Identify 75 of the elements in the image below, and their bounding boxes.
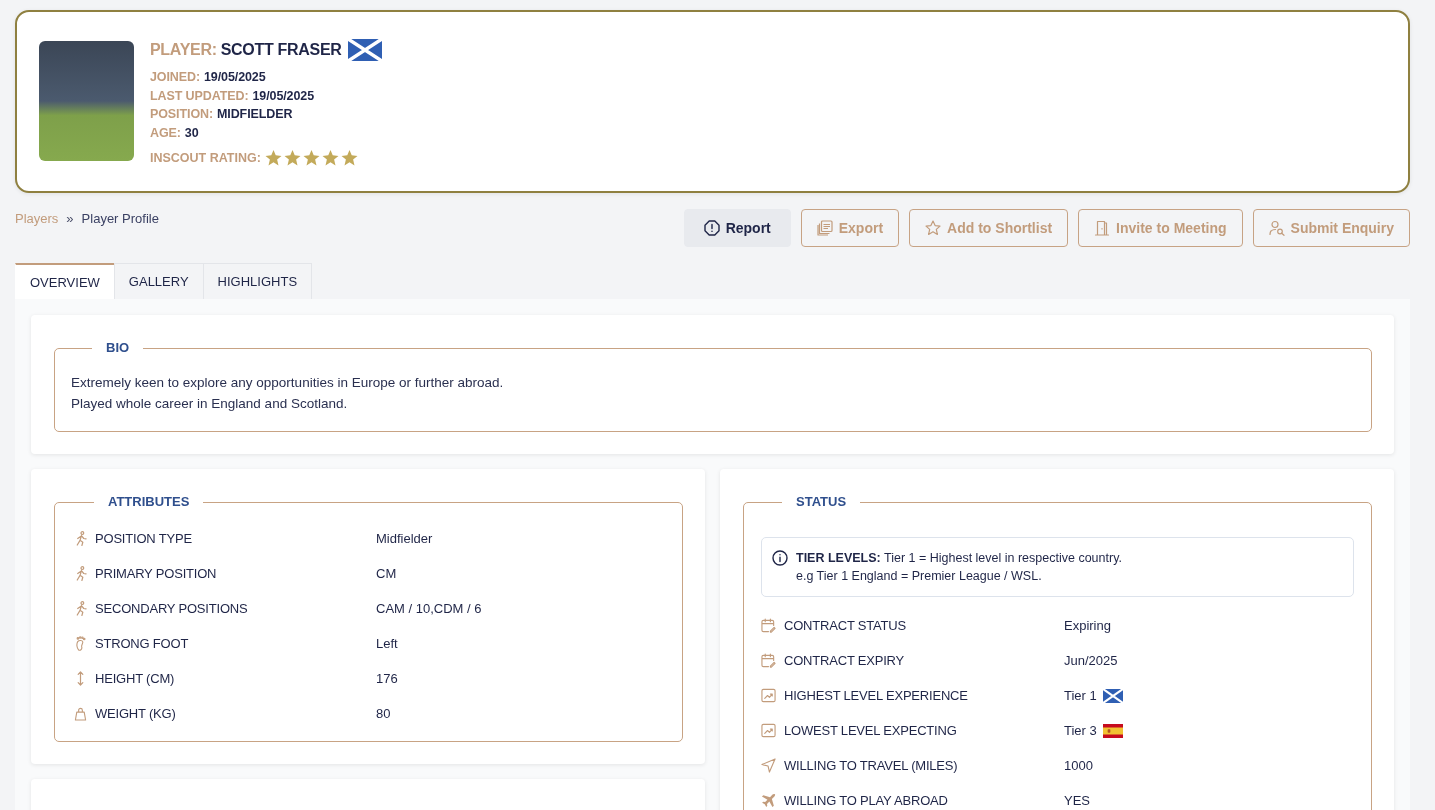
field-value: 30 <box>184 125 199 143</box>
row-value: Midfielder <box>376 531 433 546</box>
file-stack-icon <box>816 220 833 236</box>
runner-icon <box>74 566 87 581</box>
row-label: POSITION TYPE <box>95 531 192 546</box>
footprint-icon <box>74 636 87 651</box>
row-label: HEIGHT (CM) <box>95 671 175 686</box>
row-label: CONTRACT STATUS <box>784 618 906 633</box>
airplane-icon <box>761 793 776 808</box>
row-label: SECONDARY POSITIONS <box>95 601 248 616</box>
tab[interactable]: HIGHLIGHTS <box>202 263 313 299</box>
breadcrumb-separator: » <box>66 211 74 226</box>
alert-octagon-icon <box>703 220 720 236</box>
runner-icon <box>74 601 87 616</box>
section-title: STATUS <box>795 493 848 511</box>
row-value: CM <box>376 566 397 581</box>
trend-chart-icon <box>761 688 776 703</box>
action-button[interactable]: Submit Enquiry <box>1252 209 1410 247</box>
star-icon <box>302 149 320 166</box>
breadcrumb-current: Player Profile <box>81 211 159 226</box>
row-value: 80 <box>376 706 391 721</box>
flag-icon <box>1102 688 1123 703</box>
field-value: MIDFIELDER <box>217 106 293 124</box>
calendar-icon <box>761 653 776 668</box>
flag-icon <box>1102 723 1123 738</box>
row-value: Left <box>376 636 398 651</box>
field-label: LAST UPDATED: <box>150 87 249 105</box>
row-label: STRONG FOOT <box>95 636 189 651</box>
row-value: 176 <box>376 671 398 686</box>
row-value: Expiring <box>1064 618 1111 633</box>
field-value: 19/05/2025 <box>204 69 266 86</box>
player-label: PLAYER: <box>150 41 217 59</box>
star-icon <box>283 149 301 166</box>
field-value: 19/05/2025 <box>252 87 315 105</box>
navigation-arrow-icon <box>761 758 776 773</box>
action-button[interactable]: Invite to Meeting <box>1078 209 1243 247</box>
row-label: CONTRACT EXPIRY <box>784 653 905 668</box>
row-value: 1000 <box>1064 758 1093 773</box>
row-value: CAM / 10,CDM / 6 <box>376 601 482 616</box>
field-label: JOINED: <box>150 69 200 86</box>
user-search-icon <box>1268 220 1285 236</box>
row-value: Tier 3 <box>1064 723 1097 738</box>
info-text: TIER LEVELS: Tier 1 = Highest level in respective country. e.g Tier 1 England = Premier League / WSL. <box>796 550 1122 585</box>
field-label: POSITION: <box>150 106 213 124</box>
field-label: AGE: <box>150 125 181 143</box>
report-button[interactable]: Report <box>683 209 791 247</box>
flag-icon <box>347 39 382 61</box>
bio-text: Extremely keen to explore any opportunities in Europe or further abroad. Played whole career in England and Scotland. <box>71 374 505 413</box>
section-title: BIO <box>105 339 131 357</box>
row-label: WEIGHT (KG) <box>95 706 176 721</box>
breadcrumb-link[interactable]: Players <box>15 211 59 226</box>
row-label: WILLING TO PLAY ABROAD <box>784 793 948 808</box>
calendar-icon <box>761 618 776 633</box>
runner-icon <box>74 531 87 546</box>
row-label: WILLING TO TRAVEL (MILES) <box>784 758 958 773</box>
trend-chart-icon <box>761 723 776 738</box>
row-label: PRIMARY POSITION <box>95 566 217 581</box>
info-icon <box>772 550 788 566</box>
player-name: SCOTT FRASER <box>220 41 342 59</box>
row-value: Tier 1 <box>1064 688 1097 703</box>
row-value: YES <box>1064 793 1090 808</box>
rating-label: INSCOUT RATING: <box>150 150 261 165</box>
tab[interactable]: OVERVIEW <box>15 263 115 299</box>
action-button[interactable]: Add to Shortlist <box>909 209 1069 247</box>
row-label: LOWEST LEVEL EXPECTING <box>784 723 957 738</box>
section-title: ATTRIBUTES <box>107 493 191 511</box>
action-button[interactable]: Export <box>800 209 900 247</box>
star-icon <box>264 149 282 166</box>
row-label: HIGHEST LEVEL EXPERIENCE <box>784 688 968 703</box>
door-icon <box>1094 220 1111 236</box>
star-icon <box>340 149 358 166</box>
row-value: Jun/2025 <box>1064 653 1118 668</box>
star-icon <box>321 149 339 166</box>
bag-icon <box>74 706 87 721</box>
star-outline-icon <box>925 220 942 236</box>
